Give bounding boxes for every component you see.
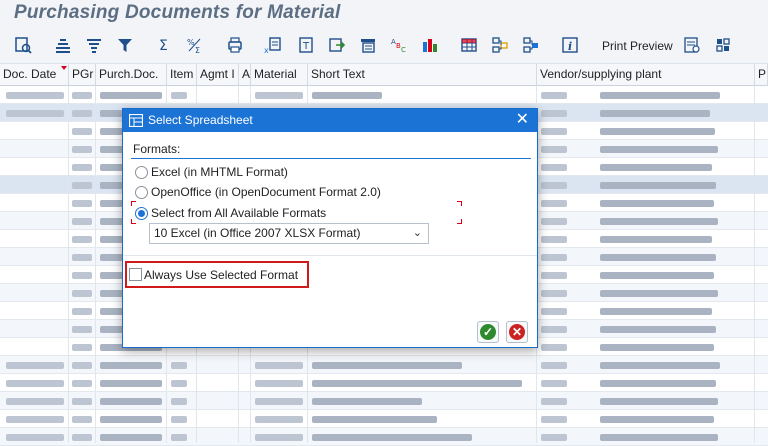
save-layout-icon[interactable] <box>520 34 542 56</box>
focus-indicator <box>131 219 136 224</box>
sort-ascending-icon[interactable] <box>52 34 74 56</box>
export-icon[interactable]: x <box>262 34 284 56</box>
select-spreadsheet-dialog: Select Spreadsheet ✕ Formats: Excel (in … <box>122 108 538 348</box>
abc-analysis-icon[interactable]: ABC <box>388 34 410 56</box>
toolbar: Σ % Σ x T ABC i Print Preview <box>0 28 768 64</box>
focus-indicator <box>131 201 136 206</box>
title-bar: Purchasing Documents for Material <box>0 0 768 28</box>
svg-text:T: T <box>302 41 310 52</box>
subtotal-icon[interactable]: % Σ <box>184 34 206 56</box>
always-use-format-checkbox[interactable] <box>129 268 142 281</box>
more-icon[interactable] <box>712 34 734 56</box>
radio-openoffice[interactable]: OpenOffice (in OpenDocument Format 2.0) <box>135 183 381 201</box>
formats-label: Formats: <box>133 142 181 156</box>
svg-text:i: i <box>568 40 572 53</box>
information-icon[interactable]: i <box>559 34 581 56</box>
focus-indicator <box>457 201 462 206</box>
column-header-purch-doc[interactable]: Purch.Doc. <box>96 64 167 86</box>
radio-label: Excel (in MHTML Format) <box>151 165 288 179</box>
column-header-pgr[interactable]: PGr <box>69 64 96 86</box>
format-dropdown[interactable]: 10 Excel (in Office 2007 XLSX Format) ⌄ <box>149 223 429 244</box>
svg-text:x: x <box>264 46 269 54</box>
dialog-title: Select Spreadsheet <box>148 113 253 127</box>
column-header-vendor[interactable]: Vendor/supplying plant <box>537 64 755 86</box>
column-header-p[interactable]: P <box>755 64 768 86</box>
grid-header: Doc. Date PGr Purch.Doc. Item Agmt I A M… <box>0 64 768 86</box>
chevron-down-icon[interactable]: ⌄ <box>413 224 422 243</box>
local-file-icon[interactable] <box>326 34 348 56</box>
column-header-short-text[interactable]: Short Text <box>308 64 537 86</box>
column-header-agmt-item[interactable]: Agmt I <box>197 64 239 86</box>
column-header-item[interactable]: Item <box>167 64 197 86</box>
sum-icon[interactable]: Σ <box>153 34 175 56</box>
radio-button-selected[interactable] <box>135 206 148 220</box>
layout-icon[interactable] <box>458 34 480 56</box>
ok-button[interactable]: ✓ <box>477 321 499 343</box>
dialog-divider <box>123 255 537 256</box>
column-header-a[interactable]: A <box>239 64 251 86</box>
radio-label: OpenOffice (in OpenDocument Format 2.0) <box>151 185 381 199</box>
column-header-material[interactable]: Material <box>251 64 308 86</box>
print-preview-button[interactable]: Print Preview <box>602 39 673 53</box>
print-icon[interactable] <box>224 34 246 56</box>
page-title: Purchasing Documents for Material <box>14 2 341 23</box>
column-settings-icon[interactable] <box>681 34 703 56</box>
sort-descending-icon[interactable] <box>83 34 105 56</box>
select-layout-icon[interactable] <box>489 34 511 56</box>
radio-button[interactable] <box>135 185 148 199</box>
svg-text:Σ: Σ <box>195 46 200 54</box>
close-icon[interactable]: ✕ <box>516 111 529 129</box>
column-header-doc-date[interactable]: Doc. Date <box>0 64 69 86</box>
radio-all-formats[interactable]: Select from All Available Formats <box>135 204 326 222</box>
cancel-icon: ✕ <box>509 324 525 340</box>
radio-label: Select from All Available Formats <box>151 206 327 220</box>
checkmark-icon: ✓ <box>480 324 496 340</box>
send-icon[interactable] <box>357 34 379 56</box>
svg-text:C: C <box>401 46 406 54</box>
always-use-format-label: Always Use Selected Format <box>144 267 299 282</box>
sort-indicator-icon <box>61 66 67 70</box>
formats-divider <box>131 158 531 159</box>
svg-text:Σ: Σ <box>159 38 168 54</box>
cancel-button[interactable]: ✕ <box>506 321 528 343</box>
format-dropdown-value: 10 Excel (in Office 2007 XLSX Format) <box>154 226 361 240</box>
details-icon[interactable] <box>12 34 34 56</box>
focus-indicator <box>457 219 462 224</box>
always-use-format-row[interactable]: Always Use Selected Format <box>125 261 309 288</box>
radio-button[interactable] <box>135 165 148 179</box>
spreadsheet-icon <box>129 114 143 127</box>
dialog-title-bar[interactable]: Select Spreadsheet ✕ <box>123 109 537 132</box>
word-processing-icon[interactable]: T <box>295 34 317 56</box>
radio-excel-mhtml[interactable]: Excel (in MHTML Format) <box>135 163 288 181</box>
filter-icon[interactable] <box>114 34 136 56</box>
graphic-icon[interactable] <box>419 34 441 56</box>
